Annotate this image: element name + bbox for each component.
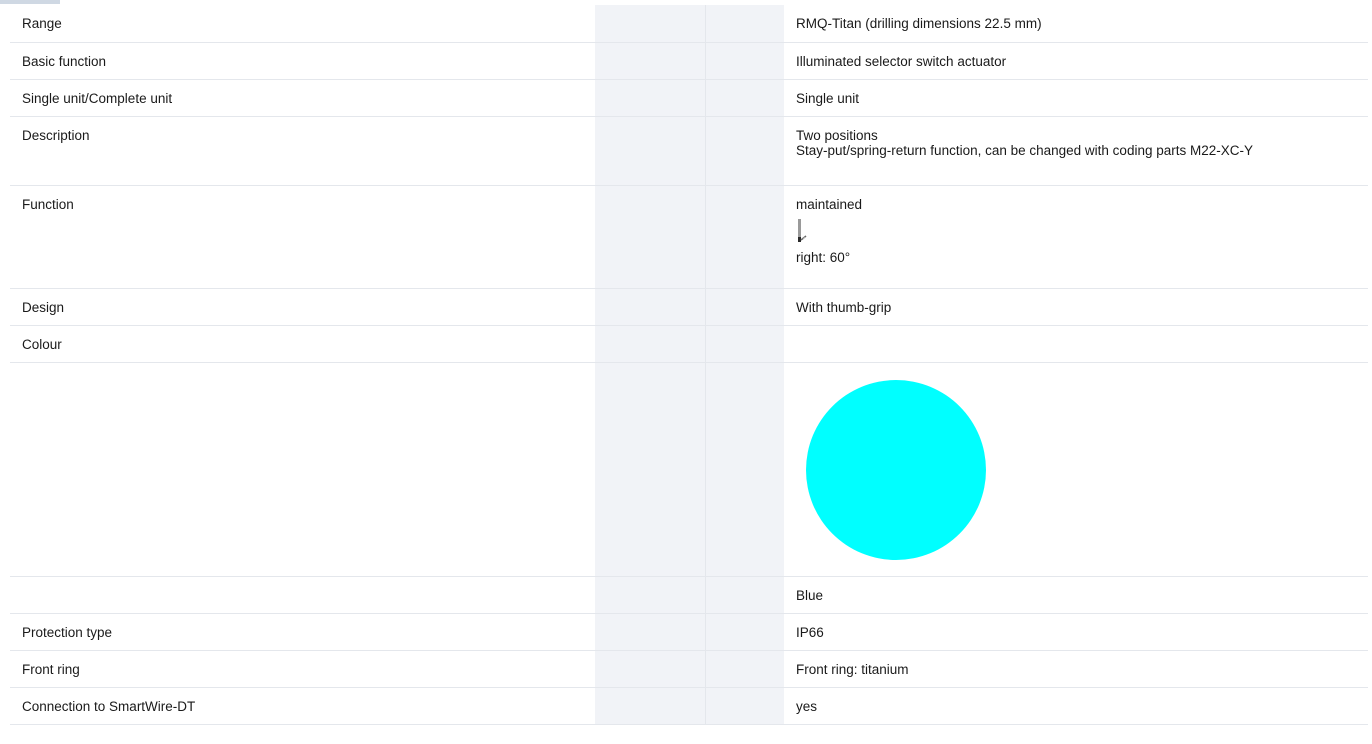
description-line: Two positions	[796, 127, 878, 143]
spec-row-front-ring: Front ring Front ring: titanium	[10, 650, 1368, 688]
spec-label: Protection type	[10, 613, 595, 651]
spec-value: RMQ-Titan (drilling dimensions 22.5 mm)	[784, 5, 1368, 43]
spec-label	[10, 576, 595, 614]
spec-value	[784, 325, 1368, 363]
spec-value: yes	[784, 687, 1368, 725]
spec-row-range: Range RMQ-Titan (drilling dimensions 22.…	[10, 5, 1368, 43]
spec-value	[784, 362, 1368, 577]
function-detail: right: 60°	[796, 249, 851, 265]
spec-label: Function	[10, 185, 595, 289]
spec-label: Colour	[10, 325, 595, 363]
spec-value: With thumb-grip	[784, 288, 1368, 326]
spec-value: Front ring: titanium	[784, 650, 1368, 688]
spec-row-smartwire: Connection to SmartWire-DT yes	[10, 687, 1368, 725]
spec-row-design: Design With thumb-grip	[10, 288, 1368, 326]
spec-label: Design	[10, 288, 595, 326]
spec-label: Description	[10, 116, 595, 186]
colour-swatch-icon	[806, 379, 986, 560]
spec-value: Single unit	[784, 79, 1368, 117]
top-edge-accent	[0, 0, 60, 4]
spec-label	[10, 362, 595, 577]
spec-label: Range	[10, 5, 595, 43]
spec-label: Single unit/Complete unit	[10, 79, 595, 117]
spec-row-colour: Colour	[10, 325, 1368, 363]
spec-value: Blue	[784, 576, 1368, 614]
spec-row-protection-type: Protection type IP66	[10, 613, 1368, 651]
spec-value: Two positions Stay-put/spring-return fun…	[784, 116, 1368, 186]
spec-row-colour-name: Blue	[10, 576, 1368, 614]
spec-value: Illuminated selector switch actuator	[784, 42, 1368, 80]
selector-position-icon	[798, 218, 807, 242]
spec-label: Front ring	[10, 650, 595, 688]
spec-row-description: Description Two positions Stay-put/sprin…	[10, 116, 1368, 186]
function-value: maintained	[796, 196, 863, 212]
spec-row-function: Function maintained right: 60°	[10, 185, 1368, 289]
description-line: Stay-put/spring-return function, can be …	[796, 142, 1253, 158]
spec-row-colour-swatch	[10, 362, 1368, 577]
spec-label: Connection to SmartWire-DT	[10, 687, 595, 725]
spec-value: IP66	[784, 613, 1368, 651]
spec-row-single-unit: Single unit/Complete unit Single unit	[10, 79, 1368, 117]
spec-value: maintained right: 60°	[784, 185, 1368, 289]
spec-label: Basic function	[10, 42, 595, 80]
spec-row-basic-function: Basic function Illuminated selector swit…	[10, 42, 1368, 80]
specification-table: Range RMQ-Titan (drilling dimensions 22.…	[10, 5, 1368, 725]
